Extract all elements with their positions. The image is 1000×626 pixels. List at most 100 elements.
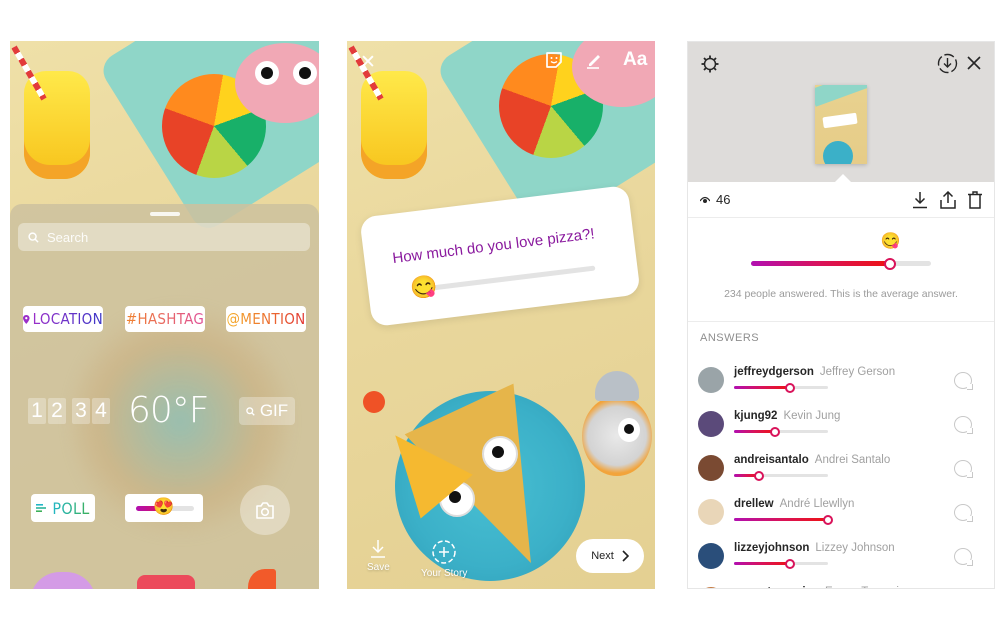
answer-username[interactable]: andreisantalo Andrei Santalo <box>734 454 890 466</box>
gif-sticker[interactable]: GIF <box>239 397 295 425</box>
avatar[interactable] <box>698 455 724 481</box>
poll-lines-icon <box>36 504 47 512</box>
answer-row[interactable]: kjung92 Kevin Jung <box>688 408 994 452</box>
avatar[interactable] <box>698 411 724 437</box>
next-button[interactable]: Next <box>576 539 644 573</box>
answer-username[interactable]: emmatangerine Emma Tangerine <box>734 586 912 588</box>
reply-message-icon[interactable] <box>954 548 973 566</box>
download-icon[interactable] <box>912 191 928 209</box>
clock-digit: 2 <box>48 398 66 424</box>
sticker-search-input[interactable]: Search <box>18 223 310 251</box>
reply-message-icon[interactable] <box>954 460 973 478</box>
yum-emoji-slider-handle[interactable]: 😋 <box>409 273 439 302</box>
answer-slider-track <box>734 426 828 437</box>
answer-slider-track <box>734 558 828 569</box>
save-button[interactable]: Save <box>367 539 390 573</box>
question-text[interactable]: How much do you love pizza?! <box>391 225 595 267</box>
username-text: andreisantalo <box>734 454 809 466</box>
camera-sticker-button[interactable] <box>240 485 290 535</box>
answers-heading: ANSWERS <box>700 332 760 344</box>
search-icon <box>246 406 255 416</box>
average-slider-fill <box>751 261 890 266</box>
reply-message-icon[interactable] <box>954 504 973 522</box>
answer-slider-fill <box>734 386 791 389</box>
story-preview-header <box>688 42 994 183</box>
sticker-face-icon <box>546 52 562 68</box>
pizza-eye <box>482 436 518 472</box>
answer-slider-knob <box>823 514 833 525</box>
reply-message-icon[interactable] <box>954 416 973 434</box>
question-slider-track[interactable] <box>428 265 596 291</box>
reply-message-icon[interactable] <box>954 372 973 390</box>
settings-gear-icon[interactable] <box>701 55 719 73</box>
answer-row[interactable]: jeffreydgerson Jeffrey Gerson <box>688 364 994 408</box>
avatar[interactable] <box>698 587 724 588</box>
answer-full-name: Emma Tangerine <box>825 586 912 588</box>
answer-row[interactable]: andreisantalo Andrei Santalo <box>688 452 994 496</box>
mention-label: @MENTION <box>226 310 306 328</box>
avatar[interactable] <box>698 543 724 569</box>
pen-icon <box>587 55 600 69</box>
answer-username[interactable]: kjung92 Kevin Jung <box>734 410 840 422</box>
sheet-grabber[interactable] <box>150 212 180 216</box>
emoji-slider-sticker[interactable]: 😍 <box>125 494 203 522</box>
mention-sticker[interactable]: @MENTION <box>226 306 306 332</box>
story-thumbnail[interactable] <box>815 85 867 164</box>
answer-row[interactable]: drellew André Llewllyn <box>688 496 994 540</box>
answer-slider-track <box>734 382 828 393</box>
answer-row[interactable]: emmatangerine Emma Tangerine <box>688 584 994 588</box>
red-sticker[interactable] <box>137 575 195 589</box>
clock-digit: 3 <box>72 398 90 424</box>
trash-icon[interactable] <box>968 190 982 209</box>
save-label: Save <box>367 562 390 573</box>
views-count-label: 46 <box>716 192 731 207</box>
close-icon[interactable] <box>967 56 981 70</box>
close-icon[interactable]: ✕ <box>360 51 376 74</box>
temperature-sticker[interactable]: 60°F <box>128 390 210 431</box>
average-slider-knob <box>883 257 896 270</box>
poll-sticker[interactable]: POLL <box>31 494 95 522</box>
your-story-button[interactable]: Your Story <box>421 539 467 579</box>
answer-row[interactable]: lizzeyjohnson Lizzey Johnson <box>688 540 994 584</box>
username-text: lizzeyjohnson <box>734 542 810 554</box>
answer-slider-knob <box>754 470 765 481</box>
answer-full-name: Kevin Jung <box>783 410 841 422</box>
answer-slider-fill <box>734 518 828 521</box>
answer-slider-track <box>734 470 828 481</box>
answer-slider-knob <box>770 426 781 437</box>
clock-sticker[interactable]: 1 2 3 4 <box>28 398 110 424</box>
answer-slider-track <box>734 514 833 525</box>
party-hat-pompom <box>363 391 385 413</box>
sticker-tool-button[interactable] <box>545 51 563 75</box>
answer-username[interactable]: drellew André Llewllyn <box>734 498 854 510</box>
viewers-count[interactable]: 46 <box>700 192 730 207</box>
story-editor-screen: ✕ Aa How much do you love pizza?! 😋 Save… <box>347 41 655 589</box>
share-icon[interactable] <box>940 190 956 209</box>
hashtag-label: #HASHTAG <box>125 310 205 328</box>
answer-username[interactable]: jeffreydgerson Jeffrey Gerson <box>734 366 895 378</box>
clock-digit: 4 <box>92 398 110 424</box>
answer-full-name: Andrei Santalo <box>814 454 891 466</box>
draw-tool-button[interactable] <box>585 51 603 75</box>
answer-full-name: Jeffrey Gerson <box>819 366 896 378</box>
location-sticker[interactable]: LOCATION <box>23 306 103 332</box>
avatar[interactable] <box>698 367 724 393</box>
location-pin-icon <box>23 314 30 324</box>
answer-full-name: Lizzey Johnson <box>815 542 895 554</box>
answer-slider-fill <box>734 430 776 433</box>
answer-full-name: André Llewllyn <box>779 498 855 510</box>
text-tool-button[interactable]: Aa <box>623 49 647 71</box>
average-summary: 234 people answered. This is the average… <box>724 288 958 300</box>
hashtag-sticker[interactable]: #HASHTAG <box>125 306 205 332</box>
avatar[interactable] <box>698 499 724 525</box>
yum-emoji-icon: 😋 <box>880 233 901 250</box>
answer-username[interactable]: lizzeyjohnson Lizzey Johnson <box>734 542 895 554</box>
gif-label: GIF <box>259 401 289 420</box>
username-text: jeffreydgerson <box>734 366 814 378</box>
download-icon <box>371 540 386 558</box>
clock-digit: 1 <box>28 398 46 424</box>
save-story-icon[interactable] <box>937 53 958 74</box>
answer-slider-fill <box>734 562 791 565</box>
location-label: LOCATION <box>32 310 103 328</box>
search-placeholder: Search <box>47 229 89 245</box>
